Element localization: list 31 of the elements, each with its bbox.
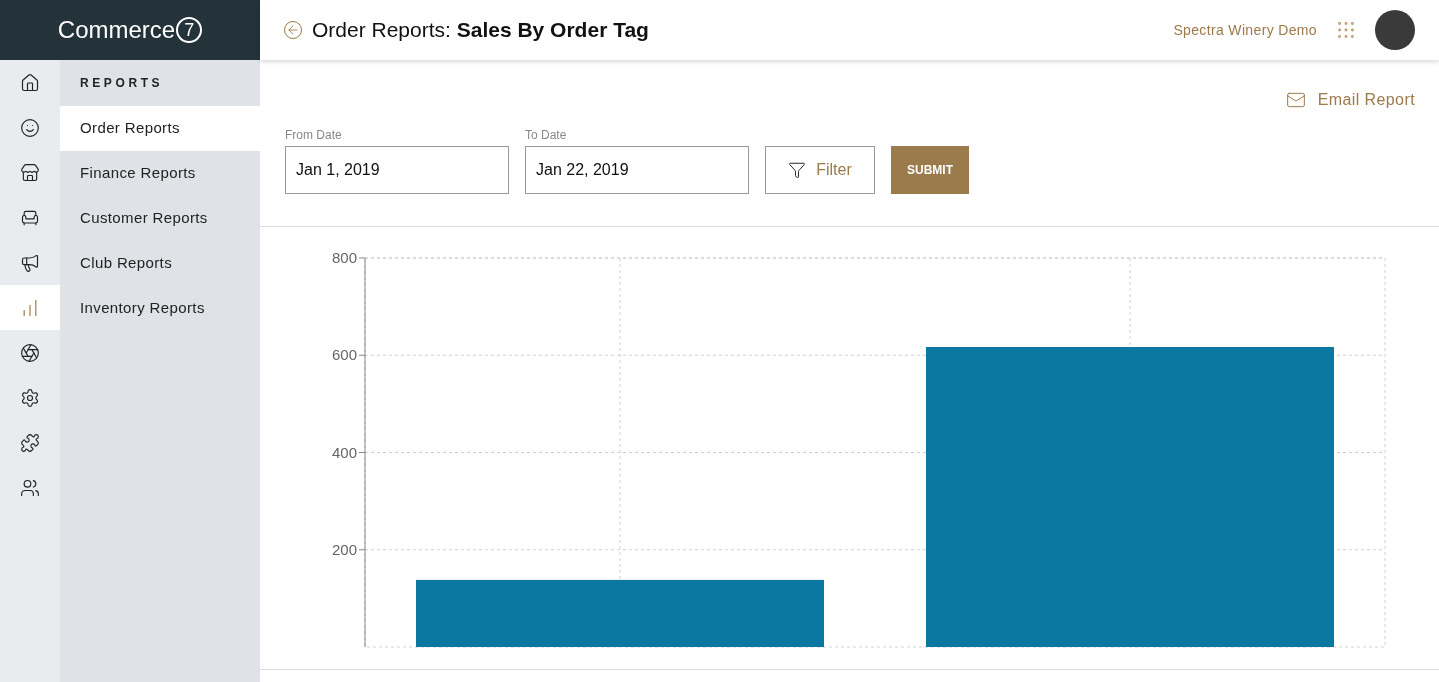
avatar-placeholder[interactable] [1375,10,1415,50]
page-title: Order Reports: Sales By Order Tag [312,17,649,44]
email-report-button[interactable]: Email Report [1285,88,1415,112]
submenu-item[interactable]: Inventory Reports [60,286,260,331]
y-tick-label: 400 [331,443,357,461]
settings-icon [20,387,40,408]
aperture-icon [20,342,40,363]
submenu-item[interactable]: Finance Reports [60,151,260,196]
y-tick-label: 800 [331,249,357,266]
people-icon [20,477,40,498]
funnel-icon [788,161,807,179]
submit-button[interactable]: SUBMIT [891,146,969,194]
submenu-item[interactable]: Club Reports [60,241,260,286]
storefront-icon [20,162,40,183]
filter-button[interactable]: Filter [765,146,875,194]
submenu-item[interactable]: Customer Reports [60,196,260,241]
megaphone-icon [20,252,40,273]
logo-text[interactable]: Commerce 7 [57,12,203,48]
submenu-item[interactable]: Order Reports [60,106,260,151]
smiley-icon [20,117,40,138]
house-icon [20,72,40,93]
to-date-field[interactable]: Jan 22, 2019 [525,146,749,194]
field-label: From Date [285,127,343,144]
y-tick-label: 600 [331,346,357,364]
submenu-heading: REPORTS [80,75,164,92]
y-tick-label: 200 [331,540,357,558]
field-label: To Date [525,127,568,144]
from-date-field[interactable]: Jan 1, 2019 [285,146,509,194]
envelope-icon [1285,90,1306,110]
account-name[interactable]: Spectra Winery Demo [1173,19,1317,41]
puzzle-icon [20,432,40,453]
